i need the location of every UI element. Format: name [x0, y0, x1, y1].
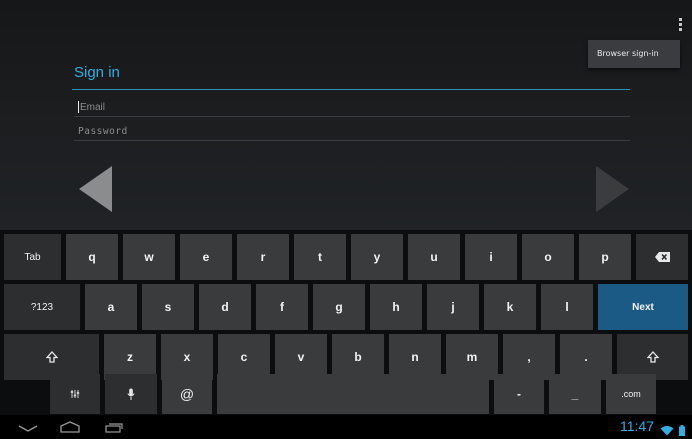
key-e[interactable]: e — [180, 234, 232, 280]
recent-apps-icon[interactable] — [105, 422, 123, 433]
settings-icon — [70, 390, 80, 398]
shift-icon — [45, 351, 58, 363]
key-j[interactable]: j — [427, 284, 479, 330]
backspace-icon — [654, 252, 670, 262]
sign-in-page: Browser sign-in Sign in — [0, 0, 692, 230]
key-r[interactable]: r — [237, 234, 289, 280]
key-dotcom[interactable]: .com — [606, 374, 656, 414]
key-l[interactable]: l — [541, 284, 593, 330]
backspace-key[interactable] — [636, 234, 688, 280]
wifi-icon — [660, 426, 674, 436]
status-icons — [660, 421, 686, 439]
email-field[interactable] — [78, 100, 628, 114]
key-d[interactable]: d — [199, 284, 251, 330]
text-cursor — [78, 101, 79, 113]
system-navigation-bar: 11:47 — [0, 415, 692, 439]
settings-key[interactable] — [50, 374, 100, 414]
key-a[interactable]: a — [85, 284, 137, 330]
key-s[interactable]: s — [142, 284, 194, 330]
key-h[interactable]: h — [370, 284, 422, 330]
key-t[interactable]: t — [294, 234, 346, 280]
key-tab[interactable]: Tab — [4, 234, 61, 280]
password-field[interactable] — [78, 124, 626, 138]
key-y[interactable]: y — [351, 234, 403, 280]
page-title: Sign in — [74, 64, 120, 81]
soft-keyboard: Tab q w e r t y u i o p ?123 a s d f g h… — [0, 230, 692, 415]
key-f[interactable]: f — [256, 284, 308, 330]
email-field-wrapper — [78, 100, 628, 116]
shift-icon — [646, 351, 659, 363]
key-q[interactable]: q — [66, 234, 118, 280]
arrow-left-icon[interactable] — [79, 166, 112, 212]
email-underline — [74, 116, 630, 117]
battery-icon — [679, 425, 686, 436]
key-numbers[interactable]: ?123 — [4, 284, 80, 330]
menu-item-browser-sign-in[interactable]: Browser sign-in — [588, 40, 680, 68]
arrow-right-icon[interactable] — [596, 166, 629, 212]
microphone-key[interactable] — [105, 374, 157, 414]
next-button[interactable]: Next — [598, 284, 688, 330]
microphone-icon — [127, 388, 135, 400]
key-at[interactable]: @ — [162, 374, 212, 414]
password-underline — [74, 140, 630, 141]
key-g[interactable]: g — [313, 284, 365, 330]
status-clock: 11:47 — [620, 418, 654, 434]
key-o[interactable]: o — [522, 234, 574, 280]
key-w[interactable]: w — [123, 234, 175, 280]
android-screen: Browser sign-in Sign in Tab q w e r t y … — [0, 0, 692, 439]
home-icon[interactable] — [60, 421, 80, 433]
password-field-wrapper — [78, 124, 626, 140]
spacebar[interactable] — [217, 374, 489, 414]
key-underscore[interactable]: _ — [549, 374, 601, 414]
key-dash[interactable]: - — [494, 374, 544, 414]
overflow-menu-icon[interactable] — [676, 18, 684, 34]
key-i[interactable]: i — [465, 234, 517, 280]
title-divider — [72, 89, 630, 90]
back-icon[interactable] — [18, 425, 38, 432]
key-p[interactable]: p — [579, 234, 631, 280]
key-u[interactable]: u — [408, 234, 460, 280]
key-k[interactable]: k — [484, 284, 536, 330]
